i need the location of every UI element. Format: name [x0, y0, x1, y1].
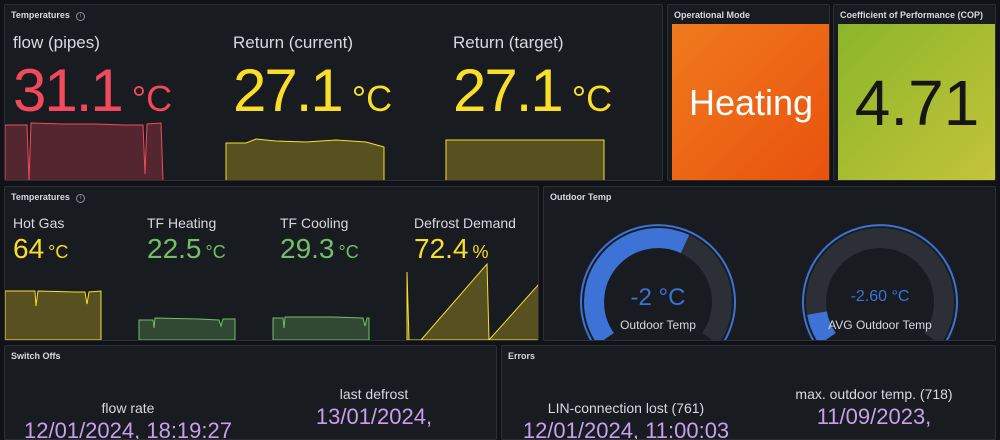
sparkline-return-target [445, 139, 605, 180]
sparkline-tf-heating [138, 317, 236, 340]
stat-label: Return (current) [233, 33, 353, 52]
item-label: last defrost [339, 386, 409, 402]
temperatures-panel-top: Temperatures i flow (pipes) 31.1 °C Return… [4, 4, 663, 181]
info-icon[interactable]: i [75, 12, 85, 21]
stat-value: 29.3 °C [280, 233, 359, 264]
stat-value: 64 °C [13, 233, 69, 264]
item-label: max. outdoor temp. (718) [795, 386, 953, 402]
stat-label: TF Cooling [280, 215, 349, 231]
sparkline-defrost [406, 262, 538, 340]
stat-label: TF Heating [147, 215, 217, 231]
stat-label: Hot Gas [13, 215, 65, 231]
sparkline-flow [5, 122, 164, 180]
stat-value: 72.4% [414, 233, 489, 264]
mode-value: Heating [672, 24, 829, 180]
stat-value: 31.1 °C [13, 57, 173, 124]
item-label: LIN-connection lost (761) [547, 400, 705, 416]
stat-value: 27.1 °C [233, 57, 393, 124]
stat-value: 27.1 °C [453, 57, 613, 124]
stat-return-target: Return (target) 27.1 °C [453, 33, 612, 121]
stat-tf-heating: TF Heating 22.5 °C [147, 215, 226, 263]
gauge-value-avg-outdoor: -2.60 °C [850, 288, 910, 305]
stat-flow: flow (pipes) 31.1 °C [13, 33, 172, 121]
cop-value: 4.71 [838, 24, 995, 180]
stat-return-current: Return (current) 27.1 °C [233, 33, 392, 121]
item-value: 12/01/2024, 11:00:03 [522, 418, 730, 440]
panel-title[interactable]: Temperatures i [11, 192, 85, 203]
sparkline-return-current [225, 138, 385, 180]
stat-label: Defrost Demand [414, 215, 516, 231]
panel-title[interactable]: Errors [508, 351, 535, 361]
operational-mode-panel: Operational Mode Heating [667, 4, 830, 181]
sparkline-tf-cooling [272, 316, 370, 340]
item-label: flow rate [101, 400, 155, 416]
stat-value: 22.5 °C [147, 233, 226, 264]
gauge-label-outdoor: Outdoor Temp [620, 318, 696, 332]
switch-off-last-defrost: last defrost 13/01/2024, [251, 386, 496, 430]
stat-label: Return (target) [453, 33, 564, 52]
stat-tf-cooling: TF Cooling 29.3 °C [280, 215, 359, 263]
item-value: 11/09/2023, [816, 404, 932, 429]
temperatures-panel-bottom: Temperatures i Hot Gas 64 °C TF Heating 22… [4, 186, 539, 341]
cop-panel: Coefficient of Performance (COP) 4.71 [833, 4, 996, 181]
gauge-label-avg-outdoor: AVG Outdoor Temp [828, 318, 932, 332]
gauge-value-outdoor: -2 °C [630, 284, 686, 311]
info-icon[interactable]: i [75, 194, 85, 203]
panel-title[interactable]: Switch Offs [11, 351, 61, 361]
stat-label: flow (pipes) [13, 33, 100, 52]
switch-offs-panel: Switch Offs flow rate 12/01/2024, 18:19:… [4, 345, 497, 440]
item-value: 12/01/2024, 18:19:27 [24, 418, 232, 440]
sparkline-hot-gas [5, 290, 102, 340]
stat-defrost-demand: Defrost Demand 72.4% [414, 215, 516, 263]
item-value: 13/01/2024, [315, 404, 433, 429]
error-lin-connection: LIN-connection lost (761) 12/01/2024, 11… [502, 400, 750, 440]
error-max-outdoor-temp: max. outdoor temp. (718) 11/09/2023, [750, 386, 995, 430]
panel-title[interactable]: Operational Mode [674, 10, 750, 20]
panel-title[interactable]: Temperatures i [11, 10, 85, 21]
switch-off-flow-rate: flow rate 12/01/2024, 18:19:27 [5, 400, 251, 440]
outdoor-temp-panel: Outdoor Temp -2 °C Outdoor Temp -2.60 °C… [543, 186, 996, 341]
panel-title[interactable]: Coefficient of Performance (COP) [840, 10, 983, 20]
stat-hot-gas: Hot Gas 64 °C [13, 215, 68, 263]
errors-panel: Errors LIN-connection lost (761) 12/01/2… [501, 345, 996, 440]
